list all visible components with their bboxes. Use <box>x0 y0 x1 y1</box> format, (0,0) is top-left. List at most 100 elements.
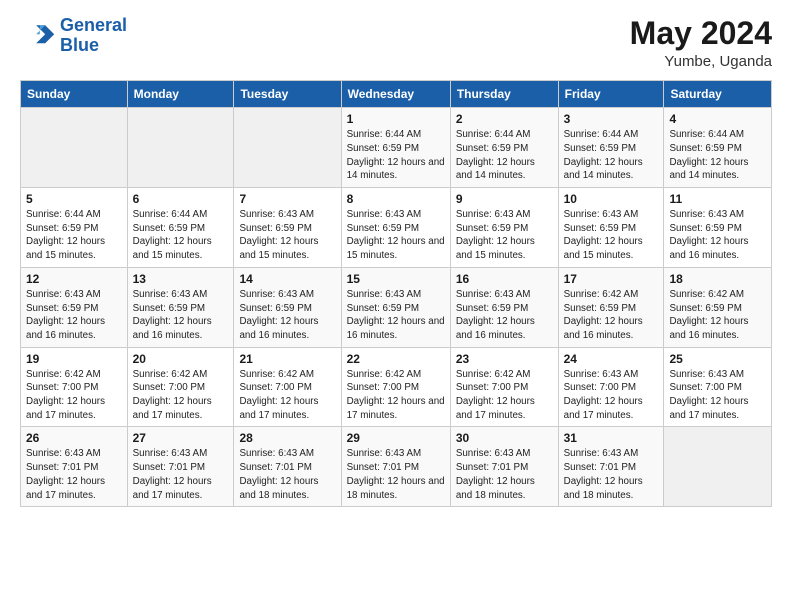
calendar-cell: 26 Sunrise: 6:43 AMSunset: 7:01 PMDayligh… <box>21 427 128 507</box>
calendar-cell: 23 Sunrise: 6:42 AMSunset: 7:00 PMDayligh… <box>450 347 558 427</box>
calendar-cell: 27 Sunrise: 6:43 AMSunset: 7:01 PMDayligh… <box>127 427 234 507</box>
calendar-header-row: SundayMondayTuesdayWednesdayThursdayFrid… <box>21 81 772 108</box>
day-number: 10 <box>564 192 659 206</box>
day-number: 16 <box>456 272 553 286</box>
day-number: 11 <box>669 192 766 206</box>
day-info: Sunrise: 6:43 AMSunset: 7:01 PMDaylight:… <box>347 447 445 502</box>
calendar-cell: 29Sunrise: 6:43 AMSunset: 7:01 PMDayligh… <box>341 427 450 507</box>
day-number: 26 <box>26 431 122 445</box>
day-info: Sunrise: 6:44 AMSunset: 6:59 PMDaylight:… <box>456 128 553 183</box>
calendar-cell: 15 Sunrise: 6:43 AMSunset: 6:59 PMDayligh… <box>341 267 450 347</box>
calendar-cell: 7 Sunrise: 6:43 AMSunset: 6:59 PMDaylight… <box>234 188 341 268</box>
day-info: Sunrise: 6:43 AMSunset: 7:01 PMDaylight:… <box>133 447 229 502</box>
day-number: 8 <box>347 192 445 206</box>
day-info: Sunrise: 6:42 AMSunset: 7:00 PMDaylight:… <box>456 368 553 423</box>
logo: General Blue <box>20 16 127 56</box>
day-info: Sunrise: 6:43 AMSunset: 7:01 PMDaylight:… <box>564 447 659 502</box>
day-number: 6 <box>133 192 229 206</box>
day-info: Sunrise: 6:43 AMSunset: 6:59 PMDaylight:… <box>347 208 445 263</box>
month-year: May 2024 <box>630 16 772 51</box>
calendar-cell: 12Sunrise: 6:43 AMSunset: 6:59 PMDayligh… <box>21 267 128 347</box>
calendar-cell: 30 Sunrise: 6:43 AMSunset: 7:01 PMDayligh… <box>450 427 558 507</box>
logo-text: General Blue <box>60 16 127 56</box>
day-number: 20 <box>133 352 229 366</box>
day-info: Sunrise: 6:43 AMSunset: 6:59 PMDaylight:… <box>456 288 553 343</box>
day-info: Sunrise: 6:42 AMSunset: 6:59 PMDaylight:… <box>564 288 659 343</box>
day-number: 2 <box>456 112 553 126</box>
page: General Blue May 2024 Yumbe, Uganda Sund… <box>0 0 792 612</box>
day-number: 7 <box>239 192 335 206</box>
calendar-cell: 3 Sunrise: 6:44 AMSunset: 6:59 PMDaylight… <box>558 108 664 188</box>
day-number: 5 <box>26 192 122 206</box>
calendar-cell: 1 Sunrise: 6:44 AMSunset: 6:59 PMDaylight… <box>341 108 450 188</box>
calendar-cell: 5 Sunrise: 6:44 AMSunset: 6:59 PMDaylight… <box>21 188 128 268</box>
calendar-cell: 16 Sunrise: 6:43 AMSunset: 6:59 PMDayligh… <box>450 267 558 347</box>
calendar-cell: 28 Sunrise: 6:43 AMSunset: 7:01 PMDayligh… <box>234 427 341 507</box>
day-number: 27 <box>133 431 229 445</box>
calendar-week-3: 12Sunrise: 6:43 AMSunset: 6:59 PMDayligh… <box>21 267 772 347</box>
calendar-table: SundayMondayTuesdayWednesdayThursdayFrid… <box>20 80 772 507</box>
calendar-cell: 24Sunrise: 6:43 AMSunset: 7:00 PMDayligh… <box>558 347 664 427</box>
day-info: Sunrise: 6:43 AMSunset: 6:59 PMDaylight:… <box>133 288 229 343</box>
day-number: 15 <box>347 272 445 286</box>
calendar-cell <box>127 108 234 188</box>
day-info: Sunrise: 6:43 AMSunset: 6:59 PMDaylight:… <box>239 208 335 263</box>
day-info: Sunrise: 6:44 AMSunset: 6:59 PMDaylight:… <box>26 208 122 263</box>
calendar-header-monday: Monday <box>127 81 234 108</box>
day-number: 13 <box>133 272 229 286</box>
day-number: 22 <box>347 352 445 366</box>
day-number: 30 <box>456 431 553 445</box>
calendar-cell <box>664 427 772 507</box>
calendar-week-2: 5 Sunrise: 6:44 AMSunset: 6:59 PMDaylight… <box>21 188 772 268</box>
calendar-cell: 2 Sunrise: 6:44 AMSunset: 6:59 PMDaylight… <box>450 108 558 188</box>
calendar-cell: 10 Sunrise: 6:43 AMSunset: 6:59 PMDayligh… <box>558 188 664 268</box>
calendar-cell: 18Sunrise: 6:42 AMSunset: 6:59 PMDayligh… <box>664 267 772 347</box>
calendar-cell: 4Sunrise: 6:44 AMSunset: 6:59 PMDaylight… <box>664 108 772 188</box>
day-info: Sunrise: 6:43 AMSunset: 7:01 PMDaylight:… <box>456 447 553 502</box>
calendar-cell <box>21 108 128 188</box>
day-number: 31 <box>564 431 659 445</box>
calendar-cell: 17 Sunrise: 6:42 AMSunset: 6:59 PMDayligh… <box>558 267 664 347</box>
day-info: Sunrise: 6:42 AMSunset: 6:59 PMDaylight:… <box>669 288 766 343</box>
calendar-cell: 14 Sunrise: 6:43 AMSunset: 6:59 PMDayligh… <box>234 267 341 347</box>
day-number: 3 <box>564 112 659 126</box>
logo-icon <box>20 18 56 54</box>
day-number: 25 <box>669 352 766 366</box>
day-number: 1 <box>347 112 445 126</box>
day-number: 17 <box>564 272 659 286</box>
calendar-week-5: 26 Sunrise: 6:43 AMSunset: 7:01 PMDayligh… <box>21 427 772 507</box>
title-block: May 2024 Yumbe, Uganda <box>630 16 772 70</box>
day-number: 4 <box>669 112 766 126</box>
day-number: 14 <box>239 272 335 286</box>
day-info: Sunrise: 6:43 AMSunset: 7:01 PMDaylight:… <box>26 447 122 502</box>
day-info: Sunrise: 6:43 AMSunset: 6:59 PMDaylight:… <box>347 288 445 343</box>
calendar-header-saturday: Saturday <box>664 81 772 108</box>
calendar-week-4: 19 Sunrise: 6:42 AMSunset: 7:00 PMDayligh… <box>21 347 772 427</box>
day-info: Sunrise: 6:43 AMSunset: 6:59 PMDaylight:… <box>456 208 553 263</box>
calendar-cell: 6Sunrise: 6:44 AMSunset: 6:59 PMDaylight… <box>127 188 234 268</box>
calendar-header-sunday: Sunday <box>21 81 128 108</box>
day-number: 19 <box>26 352 122 366</box>
day-info: Sunrise: 6:44 AMSunset: 6:59 PMDaylight:… <box>564 128 659 183</box>
day-info: Sunrise: 6:43 AMSunset: 6:59 PMDaylight:… <box>239 288 335 343</box>
day-number: 23 <box>456 352 553 366</box>
calendar-cell: 20 Sunrise: 6:42 AMSunset: 7:00 PMDayligh… <box>127 347 234 427</box>
day-info: Sunrise: 6:43 AMSunset: 6:59 PMDaylight:… <box>26 288 122 343</box>
day-info: Sunrise: 6:43 AMSunset: 6:59 PMDaylight:… <box>564 208 659 263</box>
calendar-cell: 25Sunrise: 6:43 AMSunset: 7:00 PMDayligh… <box>664 347 772 427</box>
day-info: Sunrise: 6:43 AMSunset: 7:01 PMDaylight:… <box>239 447 335 502</box>
calendar-cell <box>234 108 341 188</box>
calendar-header-friday: Friday <box>558 81 664 108</box>
day-info: Sunrise: 6:42 AMSunset: 7:00 PMDaylight:… <box>133 368 229 423</box>
calendar-cell: 9Sunrise: 6:43 AMSunset: 6:59 PMDaylight… <box>450 188 558 268</box>
calendar-cell: 13 Sunrise: 6:43 AMSunset: 6:59 PMDayligh… <box>127 267 234 347</box>
day-number: 28 <box>239 431 335 445</box>
day-info: Sunrise: 6:44 AMSunset: 6:59 PMDaylight:… <box>347 128 445 183</box>
calendar-header-thursday: Thursday <box>450 81 558 108</box>
day-info: Sunrise: 6:42 AMSunset: 7:00 PMDaylight:… <box>347 368 445 423</box>
day-number: 21 <box>239 352 335 366</box>
calendar-cell: 22 Sunrise: 6:42 AMSunset: 7:00 PMDayligh… <box>341 347 450 427</box>
calendar-cell: 21Sunrise: 6:42 AMSunset: 7:00 PMDayligh… <box>234 347 341 427</box>
calendar-header-tuesday: Tuesday <box>234 81 341 108</box>
location: Yumbe, Uganda <box>630 53 772 70</box>
